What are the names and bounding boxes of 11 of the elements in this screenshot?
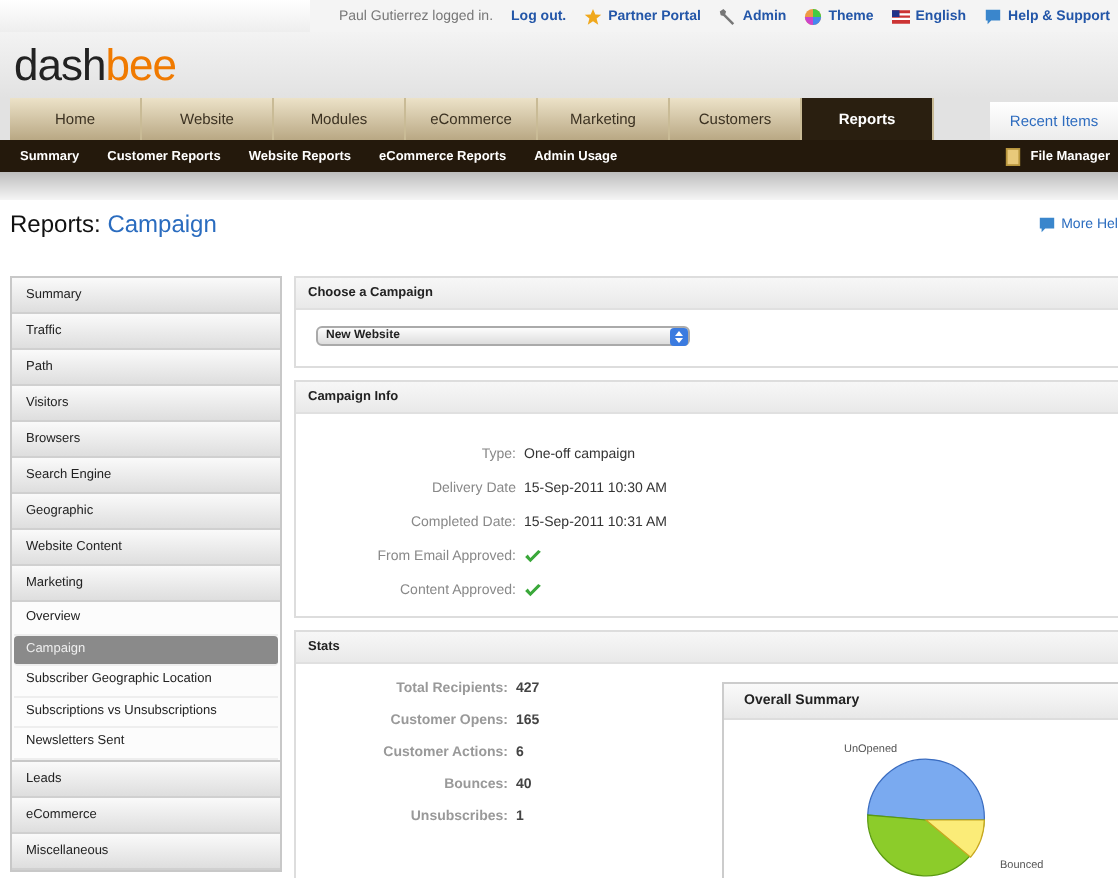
page-title: Reports: Campaign bbox=[10, 210, 217, 238]
pie-chart-drawing bbox=[864, 758, 988, 878]
speech-bubble-icon bbox=[1037, 215, 1056, 233]
document-icon bbox=[1004, 147, 1023, 165]
flag-icon bbox=[891, 7, 910, 25]
star-icon bbox=[584, 7, 603, 25]
logo: dashbee bbox=[14, 39, 176, 91]
color-wheel-icon bbox=[804, 7, 823, 25]
wrench-icon bbox=[718, 7, 737, 25]
dropdown-arrows-icon bbox=[670, 327, 688, 345]
speech-bubble-icon bbox=[984, 7, 1003, 25]
